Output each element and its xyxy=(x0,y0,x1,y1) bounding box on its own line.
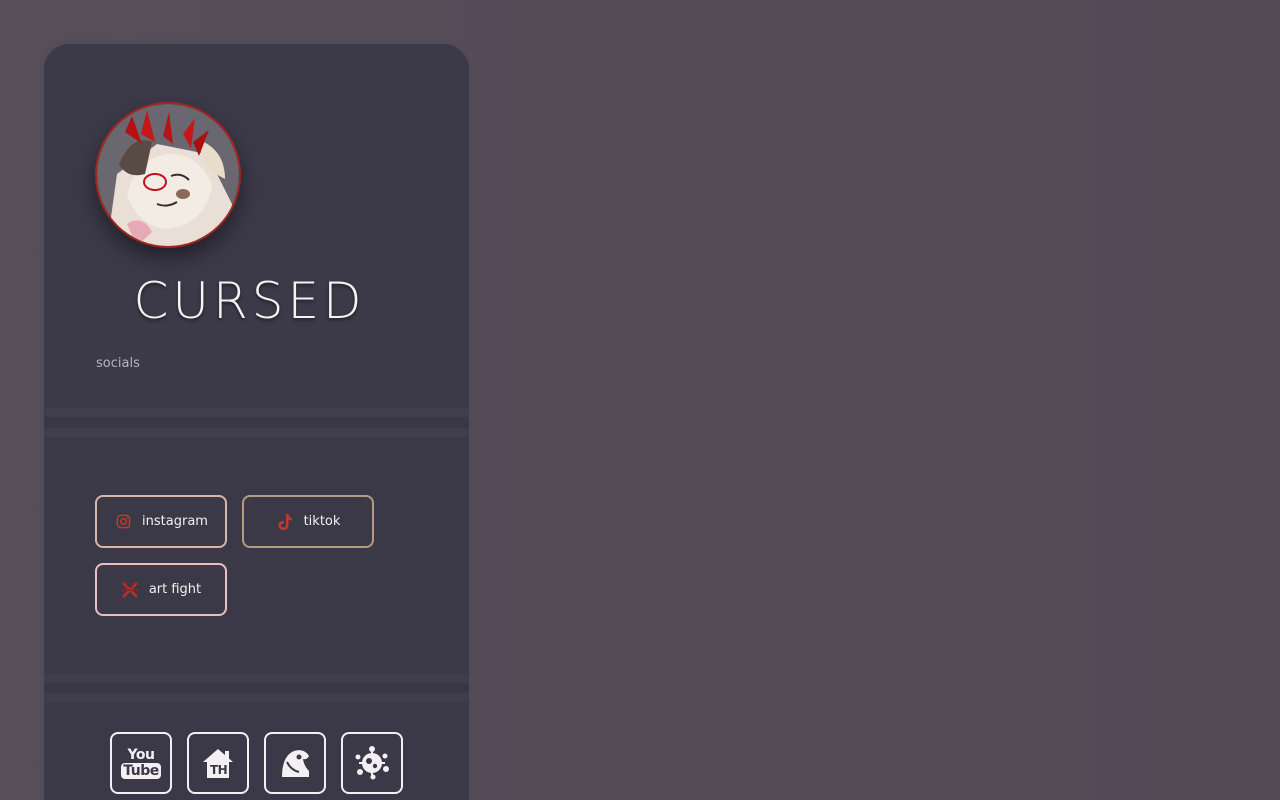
divider xyxy=(44,408,469,417)
youtube-button[interactable]: You Tube xyxy=(110,732,172,794)
splat-button[interactable] xyxy=(341,732,403,794)
social-links: instagram tiktok art fight xyxy=(44,438,469,674)
furaffinity-button[interactable] xyxy=(264,732,326,794)
instagram-button[interactable]: instagram xyxy=(95,495,227,548)
tiktok-button[interactable]: tiktok xyxy=(242,495,374,548)
toyhouse-icon: TH xyxy=(201,746,235,780)
divider xyxy=(44,428,469,437)
profile-subtitle: socials xyxy=(96,356,140,371)
profile-card: CURSED socials instagram tiktok art figh… xyxy=(44,44,469,800)
platform-icons: You Tube TH xyxy=(44,703,469,800)
splat-icon xyxy=(354,745,390,781)
profile-header: CURSED socials xyxy=(44,44,469,408)
divider xyxy=(44,693,469,702)
avatar xyxy=(95,102,241,248)
divider xyxy=(44,417,469,428)
furaffinity-icon xyxy=(278,746,312,780)
art-fight-icon xyxy=(121,581,139,599)
instagram-icon xyxy=(114,513,132,531)
profile-name: CURSED xyxy=(133,272,366,330)
youtube-icon: You Tube xyxy=(121,746,161,779)
art-fight-button[interactable]: art fight xyxy=(95,563,227,616)
tiktok-label: tiktok xyxy=(303,514,341,529)
art-fight-label: art fight xyxy=(148,582,202,597)
divider xyxy=(44,674,469,683)
instagram-label: instagram xyxy=(142,514,208,529)
toyhouse-button[interactable]: TH xyxy=(187,732,249,794)
tiktok-icon xyxy=(276,513,294,531)
